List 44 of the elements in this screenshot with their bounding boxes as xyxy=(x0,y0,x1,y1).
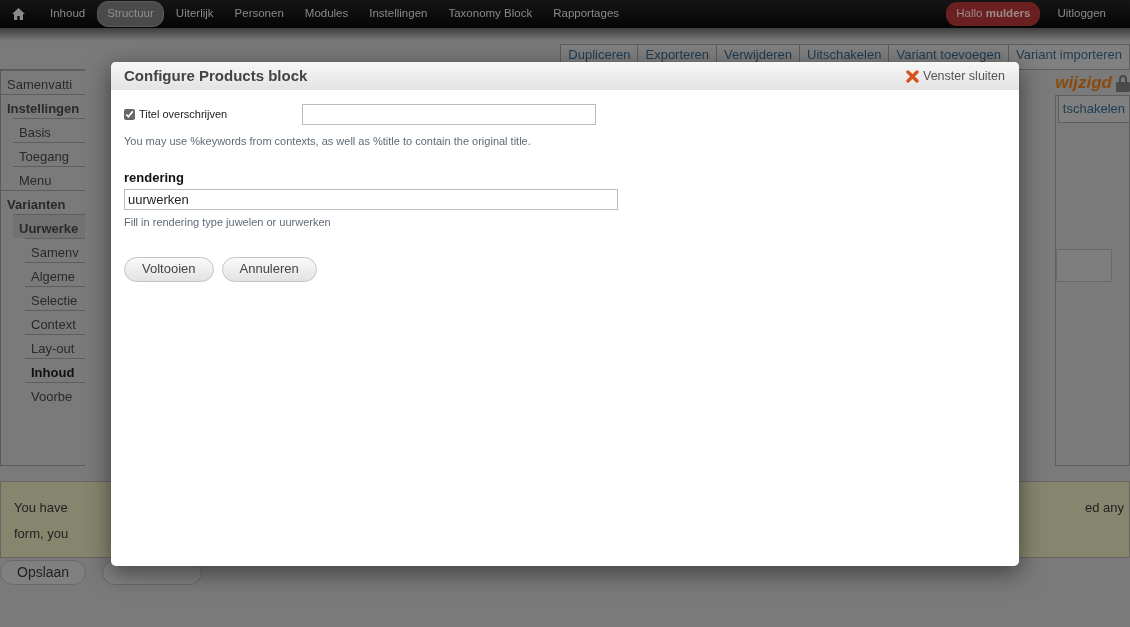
sidebar-item[interactable]: Inhoud xyxy=(25,358,86,382)
title-field[interactable] xyxy=(302,104,596,125)
sidebar-item[interactable]: Context xyxy=(25,310,86,334)
side-tab[interactable]: tschakelen xyxy=(1057,96,1129,123)
sidebar-item[interactable]: Lay-out xyxy=(25,334,86,358)
dialog-button[interactable]: Voltooien xyxy=(124,256,214,282)
menu-link[interactable]: Personen xyxy=(225,2,293,26)
message-text: ed any xyxy=(1084,500,1124,515)
menu-link[interactable]: Uiterlijk xyxy=(166,2,223,26)
home-icon[interactable] xyxy=(12,8,25,20)
sidebar-item[interactable]: Basis xyxy=(13,118,86,142)
input-field[interactable] xyxy=(1056,248,1112,282)
status-text: wijzigd xyxy=(1055,71,1112,94)
message-text: You have xyxy=(14,499,69,517)
field-label: rendering xyxy=(124,168,185,187)
save-button[interactable]: Opslaan xyxy=(0,560,87,585)
override-checkbox[interactable] xyxy=(124,109,135,120)
menu-link[interactable]: Modules xyxy=(295,2,358,26)
sidebar-item[interactable]: Instellingen xyxy=(1,94,86,118)
logout-link[interactable]: Uitloggen xyxy=(1048,2,1115,26)
help-text: Fill in rendering type juwelen or uurwerken xyxy=(124,215,332,230)
checkbox-label[interactable]: Titel overschrijven xyxy=(139,106,302,123)
menu-link[interactable]: Structuur xyxy=(97,1,164,27)
dialog-button[interactable]: Annuleren xyxy=(221,256,317,282)
sidebar-item[interactable]: Toegang xyxy=(13,142,86,166)
menu-link[interactable]: Inhoud xyxy=(41,2,95,26)
menu-link[interactable]: Taxonomy Block xyxy=(439,2,542,26)
sidebar-item[interactable]: Uurwerke xyxy=(13,214,86,238)
sidebar-item[interactable]: Algeme xyxy=(25,262,86,286)
menu-link[interactable]: Instellingen xyxy=(360,2,437,26)
sidebar-item[interactable]: Voorbe xyxy=(25,382,86,406)
greeting-badge: Hallo mulders xyxy=(946,2,1041,26)
menu-link[interactable]: Rapportages xyxy=(544,2,629,26)
sidebar-item[interactable]: Samenv xyxy=(25,238,86,262)
action-tab[interactable]: Variant importeren xyxy=(1008,44,1130,70)
message-text: form, you xyxy=(14,525,69,543)
dialog-title: Configure Products block xyxy=(124,65,308,86)
sidebar-item[interactable]: Menu xyxy=(13,166,86,190)
help-text: You may use %keywords from contexts, as well as %title to contain the original title. xyxy=(124,134,532,149)
sidebar-item[interactable]: Samenvatti xyxy=(1,70,86,94)
close-icon xyxy=(906,69,919,83)
sidebar-item[interactable]: Selectie xyxy=(25,286,86,310)
lock-icon xyxy=(1116,73,1130,92)
rendering-field[interactable]: uurwerken xyxy=(124,189,618,210)
